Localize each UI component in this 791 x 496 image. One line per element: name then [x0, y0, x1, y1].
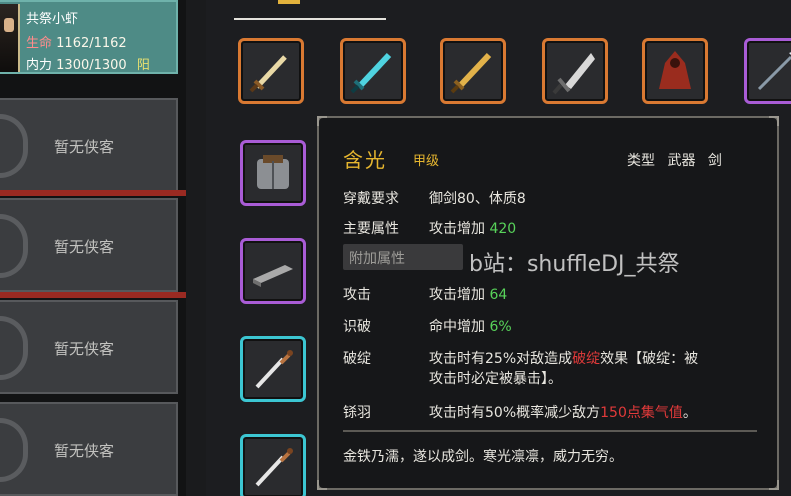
insight-value: 6% [489, 319, 512, 335]
inventory-slot-spear[interactable] [744, 38, 791, 104]
type-value: 武器 剑 [667, 153, 722, 169]
hp-label: 生命 [26, 36, 53, 51]
party-slot-3[interactable]: 暂无侠客 [0, 300, 178, 394]
dagger-icon [255, 350, 293, 389]
requirement-value: 御剑80、体质8 [429, 191, 526, 207]
feather-keyword: 150点集气值 [600, 405, 683, 421]
inventory-slot-cyan-sword[interactable] [340, 38, 406, 104]
feather-label: 铩羽 [343, 405, 371, 421]
slot-emblem-icon [0, 316, 28, 380]
inventory-slot-dagger[interactable] [240, 336, 306, 402]
mp-value: 1300/1300 [56, 58, 127, 73]
tooltip-corner [769, 480, 779, 490]
insight-label: 识破 [343, 319, 371, 335]
inventory-slot-short-sword[interactable] [238, 38, 304, 104]
attack-label: 攻击 [343, 287, 371, 303]
slot-emblem-icon [0, 114, 28, 178]
armor-vest-icon [257, 155, 289, 189]
attack-text: 攻击增加 64 [429, 284, 507, 304]
flaw-text-a: 攻击时有25%对敌造成 [429, 351, 573, 367]
hp-value: 1162/1162 [56, 36, 127, 51]
flaw-line-1: 攻击时有25%对敌造成破绽效果【破绽：被 [429, 348, 698, 368]
spear-icon [757, 52, 791, 91]
hero-card[interactable]: 共祭小虾 生命 1162/1162 内力 1300/1300 阳 [0, 0, 178, 74]
feather-text: 攻击时有50%概率减少敌方150点集气值。 [429, 402, 697, 422]
hero-name: 共祭小虾 [26, 12, 79, 27]
gold-sword-icon [450, 52, 492, 94]
flaw-label: 破绽 [343, 351, 371, 367]
insight-desc: 命中增加 [429, 319, 485, 335]
metal-bar-icon [253, 265, 293, 287]
main-attr-label: 主要属性 [343, 221, 399, 237]
item-description: 金铁乃濡，遂以成剑。寒光凛凛，威力无穷。 [343, 449, 623, 465]
insight-text: 命中增加 6% [429, 316, 512, 336]
party-slot-label: 暂无侠客 [54, 340, 115, 358]
flaw-line-2: 攻击时必定被暴击】。 [429, 371, 562, 387]
inventory-slot-cloak[interactable] [642, 38, 708, 104]
inventory-slot-dagger[interactable] [240, 434, 306, 496]
main-attr-text: 攻击增加 420 [429, 218, 516, 238]
main-attr-desc: 攻击增加 [429, 221, 485, 237]
inventory-slot-gold-sword[interactable] [440, 38, 506, 104]
red-divider [0, 190, 186, 196]
party-slot-2[interactable]: 暂无侠客 [0, 198, 178, 292]
tooltip-corner [317, 480, 327, 490]
item-tooltip: 含光 甲级 类型 武器 剑 穿戴要求 御剑80、体质8 主要属性 攻击增加 42… [317, 116, 779, 490]
inventory-slot-broadsword[interactable] [542, 38, 608, 104]
video-watermark: b站：shuffleDJ_共祭 [469, 252, 680, 277]
hero-portrait [0, 4, 20, 72]
party-slot-label: 暂无侠客 [54, 138, 115, 156]
slot-emblem-icon [0, 418, 28, 482]
tab-indicator[interactable] [278, 0, 300, 4]
flaw-keyword: 破绽 [572, 351, 601, 367]
extra-attr-header: 附加属性 [343, 244, 463, 270]
inventory-slot-armor-vest[interactable] [240, 140, 306, 206]
hero-hp: 生命 1162/1162 [26, 32, 127, 51]
feather-text-a: 攻击时有50%概率减少敌方 [429, 405, 601, 421]
cyan-sword-icon [350, 52, 392, 94]
party-panel: 共祭小虾 生命 1162/1162 内力 1300/1300 阳 暂无侠客 暂无… [0, 0, 186, 496]
dagger-icon [255, 448, 293, 487]
hero-mp: 内力 1300/1300 阳 [26, 54, 150, 73]
tooltip-separator [343, 430, 757, 432]
feather-text-b: 。 [682, 405, 697, 421]
flaw-text-b: 效果【破绽：被 [600, 351, 699, 367]
tooltip-corner [317, 116, 327, 126]
inventory-slot-metal-bar[interactable] [240, 238, 306, 304]
party-slot-4[interactable]: 暂无侠客 [0, 402, 178, 496]
extra-attr-label: 附加属性 [349, 251, 405, 267]
tab-underline [234, 18, 386, 20]
tooltip-corner [769, 116, 779, 126]
mp-label: 内力 [26, 58, 53, 73]
red-divider [0, 292, 186, 298]
short-sword-icon [249, 55, 287, 93]
attack-value: 64 [489, 287, 508, 303]
alignment-badge: 阳 [136, 58, 150, 73]
party-slot-1[interactable]: 暂无侠客 [0, 98, 178, 192]
main-attr-value: 420 [489, 221, 517, 237]
type-label: 类型 [627, 153, 655, 169]
attack-desc: 攻击增加 [429, 287, 485, 303]
item-grade: 甲级 [413, 154, 440, 169]
item-type: 类型 武器 剑 [627, 150, 722, 170]
slot-emblem-icon [0, 214, 28, 278]
item-name: 含光 [343, 148, 387, 172]
party-slot-label: 暂无侠客 [54, 238, 115, 256]
broadsword-icon [552, 53, 595, 95]
requirement-label: 穿戴要求 [343, 191, 399, 207]
party-slot-label: 暂无侠客 [54, 442, 115, 460]
cloak-icon [659, 51, 691, 89]
